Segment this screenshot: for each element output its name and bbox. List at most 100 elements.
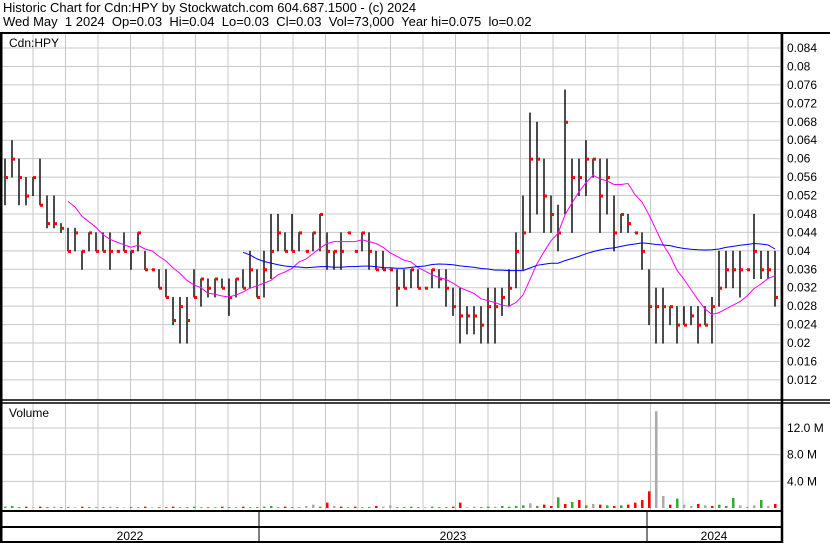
volume-bar — [704, 505, 707, 508]
price-bars — [4, 89, 778, 344]
volume-bar — [662, 495, 665, 508]
volume-bar — [494, 506, 497, 508]
close-tick — [369, 249, 372, 253]
year-label-2022: 2022 — [117, 529, 144, 543]
volume-bar — [67, 507, 70, 508]
volume-bar — [46, 507, 49, 508]
volume-bar — [25, 506, 28, 508]
close-tick — [544, 194, 547, 198]
close-tick — [586, 157, 589, 161]
close-tick — [362, 231, 365, 235]
close-tick — [509, 286, 512, 290]
volume-bar — [480, 507, 483, 508]
volume-bar — [683, 504, 686, 508]
volume-bar — [599, 504, 602, 508]
volume-bar — [179, 507, 182, 508]
close-tick — [551, 212, 554, 216]
close-tick — [684, 323, 687, 327]
volume-bar — [284, 506, 287, 508]
close-tick — [418, 286, 421, 290]
volume-bar — [354, 506, 357, 508]
price-tick-label: 0.064 — [787, 133, 817, 147]
volume-bar — [410, 506, 413, 508]
close-tick — [621, 212, 624, 216]
volume-bar — [123, 507, 126, 508]
volume-bar — [130, 507, 133, 508]
close-tick — [54, 222, 57, 226]
volume-bar — [529, 503, 532, 508]
volume-bar — [333, 505, 336, 508]
year-label-2024: 2024 — [701, 529, 728, 543]
volume-bar — [417, 507, 420, 508]
close-tick — [313, 231, 316, 235]
close-tick — [404, 286, 407, 290]
close-tick — [572, 176, 575, 180]
close-tick — [523, 231, 526, 235]
volume-bar — [158, 507, 161, 508]
close-tick — [712, 305, 715, 309]
volume-bar — [396, 507, 399, 508]
close-tick — [19, 176, 22, 180]
volume-bar — [270, 505, 273, 508]
close-tick — [432, 268, 435, 272]
volume-bar — [151, 507, 154, 508]
close-tick — [208, 286, 211, 290]
close-tick — [47, 222, 50, 226]
volume-bar — [172, 506, 175, 508]
moving-average-long — [242, 242, 776, 272]
volume-bar — [438, 507, 441, 508]
close-tick — [530, 157, 533, 161]
volume-bar — [725, 505, 728, 508]
close-tick — [222, 286, 225, 290]
volume-bar — [116, 507, 119, 508]
price-tick-label: 0.068 — [787, 115, 817, 129]
volume-bar — [109, 506, 112, 508]
close-tick — [250, 268, 253, 272]
volume-bar — [137, 507, 140, 508]
volume-bar — [522, 505, 525, 508]
volume-bar — [312, 504, 315, 508]
volume-bar — [655, 411, 658, 508]
volume-bar — [305, 505, 308, 508]
close-tick — [656, 305, 659, 309]
close-tick — [502, 295, 505, 299]
price-tick-label: 0.072 — [787, 96, 817, 110]
volume-bar — [620, 505, 623, 508]
volume-bar — [228, 507, 231, 508]
close-tick — [460, 314, 463, 318]
close-tick — [481, 323, 484, 327]
close-tick — [68, 249, 71, 253]
close-tick — [565, 120, 568, 124]
volume-bar — [669, 504, 672, 508]
close-tick — [705, 323, 708, 327]
volume-bar — [627, 504, 630, 508]
close-tick — [61, 226, 64, 230]
close-tick — [397, 286, 400, 290]
volume-bar — [39, 506, 42, 508]
close-tick — [103, 249, 106, 253]
volume-bar — [543, 504, 546, 508]
volume-bar — [11, 505, 14, 508]
price-tick-label: 0.084 — [787, 41, 817, 55]
close-tick — [159, 286, 162, 290]
close-tick — [537, 157, 540, 161]
close-tick — [733, 268, 736, 272]
price-tick-label: 0.048 — [787, 207, 817, 221]
volume-tick-label: 12.0 M — [787, 421, 824, 435]
close-tick — [138, 231, 141, 235]
volume-bar — [389, 505, 392, 508]
close-tick — [271, 249, 274, 253]
close-tick — [516, 249, 519, 253]
volume-bar — [578, 499, 581, 508]
close-tick — [117, 249, 120, 253]
price-tick-label: 0.056 — [787, 170, 817, 184]
price-tick-label: 0.08 — [787, 59, 811, 73]
close-tick — [327, 249, 330, 253]
close-tick — [747, 268, 750, 272]
close-tick — [12, 157, 15, 161]
volume-bar — [564, 503, 567, 508]
volume-bar — [340, 506, 343, 508]
close-tick — [740, 268, 743, 272]
volume-bar — [634, 502, 637, 508]
close-tick — [761, 268, 764, 272]
